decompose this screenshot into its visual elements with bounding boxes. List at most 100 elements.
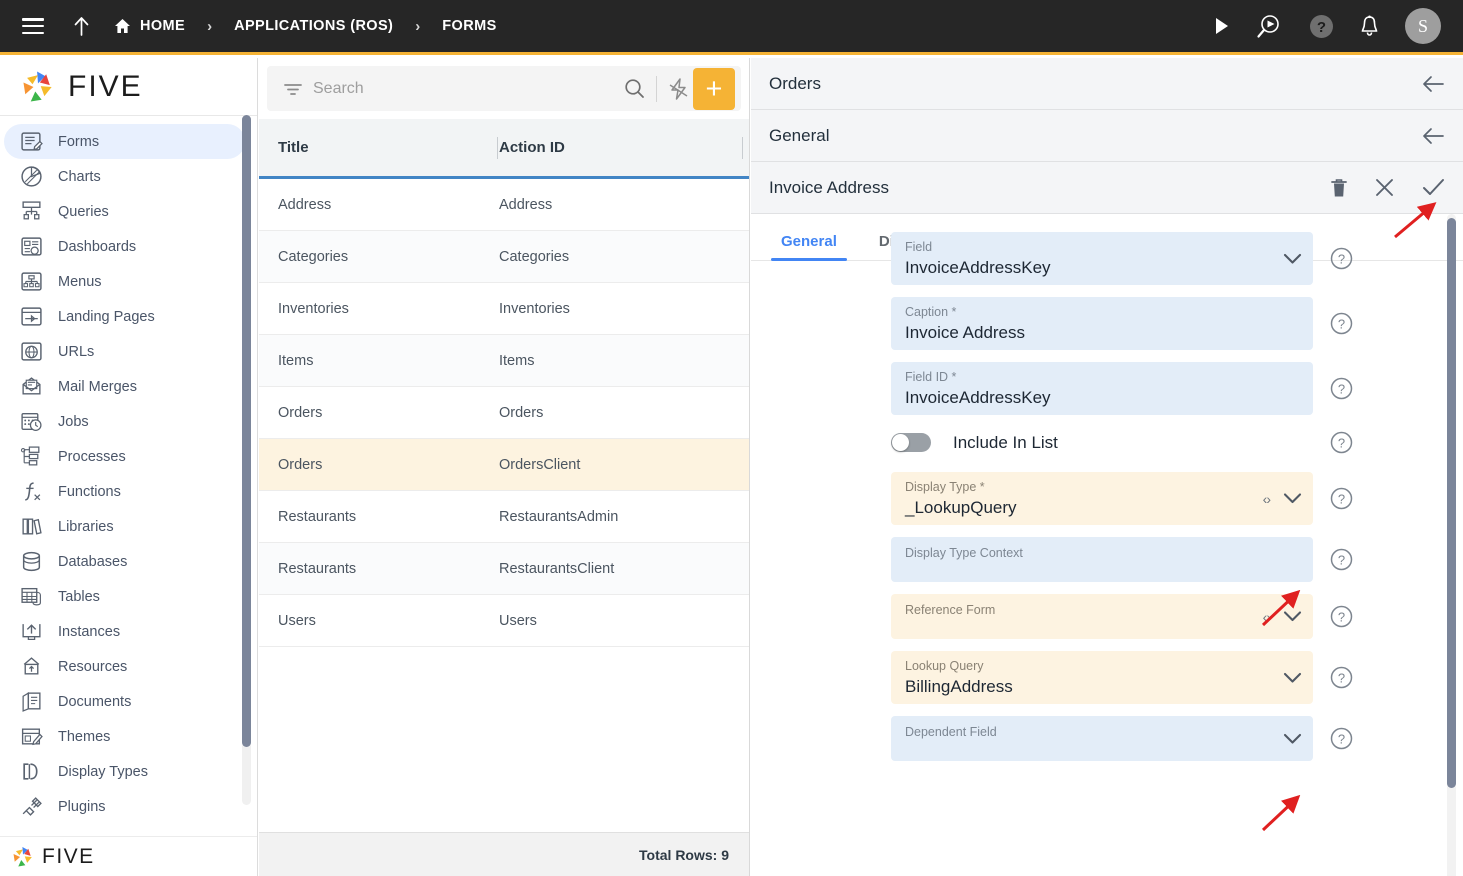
run-icon[interactable] <box>1214 17 1230 35</box>
field-caption[interactable]: Caption * Invoice Address <box>891 297 1313 350</box>
sidebar-item-urls[interactable]: URLs <box>4 334 245 369</box>
chevron-down-icon[interactable] <box>1283 492 1302 505</box>
form-row: Lookup Query BillingAddress? <box>751 651 1463 704</box>
app-logo[interactable]: FIVE <box>0 58 257 116</box>
code-brackets-icon[interactable]: ‹› <box>1263 609 1271 625</box>
table-row[interactable]: Orders Orders <box>259 387 749 439</box>
sidebar-item-mail-merges[interactable]: Mail Merges <box>4 369 245 404</box>
help-circle-icon[interactable]: ? <box>1330 431 1353 454</box>
field-field[interactable]: Field InvoiceAddressKey <box>891 232 1313 285</box>
sidebar-item-dashboards[interactable]: Dashboards <box>4 229 245 264</box>
sidebar-item-label: Themes <box>58 728 111 745</box>
sidebar-scrollbar-thumb[interactable] <box>242 115 251 747</box>
field-dependent-field[interactable]: Dependent Field <box>891 716 1313 761</box>
quick-action-icon[interactable] <box>668 77 689 101</box>
avatar[interactable]: S <box>1405 8 1441 44</box>
chevron-down-icon[interactable] <box>1283 252 1302 265</box>
chevron-down-icon[interactable] <box>1283 671 1302 684</box>
search-input[interactable] <box>303 79 624 98</box>
table-row[interactable]: Address Address <box>259 179 749 231</box>
sidebar-item-processes[interactable]: Processes <box>4 439 245 474</box>
sidebar-item-display-types[interactable]: Display Types <box>4 754 245 789</box>
arrow-left-icon[interactable] <box>1421 75 1445 93</box>
sidebar-item-menus[interactable]: Menus <box>4 264 245 299</box>
databases-icon <box>18 550 44 574</box>
sidebar-item-instances[interactable]: Instances <box>4 614 245 649</box>
notifications-bell-icon[interactable] <box>1360 15 1379 37</box>
sidebar-item-tables[interactable]: Tables <box>4 579 245 614</box>
field-lookup-query[interactable]: Lookup Query BillingAddress <box>891 651 1313 704</box>
help-circle-icon[interactable]: ? <box>1330 377 1353 400</box>
sidebar-item-charts[interactable]: Charts <box>4 159 245 194</box>
confirm-icon[interactable] <box>1422 178 1445 197</box>
breadcrumb-item-home[interactable]: HOME <box>114 18 185 34</box>
arrow-up-icon[interactable] <box>66 11 96 41</box>
table-row[interactable]: Categories Categories <box>259 231 749 283</box>
help-circle-icon[interactable]: ? <box>1330 666 1353 689</box>
sidebar-item-documents[interactable]: Documents <box>4 684 245 719</box>
field-reference-form[interactable]: Reference Form ‹› <box>891 594 1313 639</box>
menus-icon <box>18 270 44 294</box>
help-circle-icon[interactable]: ? <box>1330 548 1353 571</box>
sidebar-scrollbar[interactable] <box>242 115 251 805</box>
search-preview-icon[interactable] <box>1256 13 1283 40</box>
list-scrollbar[interactable] <box>738 176 746 876</box>
column-divider[interactable] <box>497 136 498 159</box>
column-divider[interactable] <box>742 136 743 159</box>
sidebar-item-libraries[interactable]: Libraries <box>4 509 245 544</box>
table-row[interactable]: Inventories Inventories <box>259 283 749 335</box>
sidebar-item-themes[interactable]: Themes <box>4 719 245 754</box>
help-icon[interactable]: ? <box>1309 14 1334 39</box>
field-icons: ‹› <box>1263 491 1302 507</box>
table-body: Address Address Categories Categories Invent… <box>259 179 749 647</box>
code-brackets-icon[interactable]: ‹› <box>1263 491 1271 507</box>
field-label: Dependent Field <box>905 725 997 739</box>
add-button[interactable]: + <box>693 67 735 110</box>
delete-icon[interactable] <box>1331 178 1347 198</box>
field-display-type[interactable]: Display Type * _LookupQuery ‹› <box>891 472 1313 525</box>
sidebar-item-forms[interactable]: Forms <box>4 124 245 159</box>
sidebar-item-resources[interactable]: Resources <box>4 649 245 684</box>
help-circle-icon[interactable]: ? <box>1330 727 1353 750</box>
hamburger-menu-icon[interactable] <box>22 18 44 34</box>
cell-action-id: Orders <box>499 404 544 421</box>
table-row[interactable]: Users Users <box>259 595 749 647</box>
breadcrumb-item-forms[interactable]: FORMS <box>442 18 496 34</box>
search-icon[interactable] <box>624 78 645 99</box>
column-header-action-id[interactable]: Action ID <box>499 139 749 156</box>
total-rows-label: Total Rows: 9 <box>639 846 729 863</box>
sidebar-item-databases[interactable]: Databases <box>4 544 245 579</box>
table-row[interactable]: Restaurants RestaurantsClient <box>259 543 749 595</box>
sidebar-item-landing-pages[interactable]: Landing Pages <box>4 299 245 334</box>
help-circle-icon[interactable]: ? <box>1330 605 1353 628</box>
close-icon[interactable] <box>1375 178 1394 197</box>
table-row[interactable]: Orders OrdersClient <box>259 439 749 491</box>
sidebar-item-plugins[interactable]: Plugins <box>4 789 245 816</box>
help-circle-icon[interactable]: ? <box>1330 247 1353 270</box>
field-label: Caption * <box>905 304 957 319</box>
chevron-down-icon[interactable] <box>1283 732 1302 745</box>
column-header-title[interactable]: Title <box>259 139 499 156</box>
sidebar-item-label: URLs <box>58 343 95 360</box>
panel-scrollbar-thumb[interactable] <box>1447 218 1456 788</box>
sidebar-footer-logo: FIVE <box>0 836 257 876</box>
field-display-type-context[interactable]: Display Type Context <box>891 537 1313 582</box>
instances-icon <box>18 620 44 644</box>
filter-icon[interactable] <box>283 81 303 97</box>
sidebar-item-jobs[interactable]: Jobs <box>4 404 245 439</box>
table-row[interactable]: Restaurants RestaurantsAdmin <box>259 491 749 543</box>
panel-scrollbar[interactable] <box>1447 214 1456 876</box>
sidebar-item-queries[interactable]: Queries <box>4 194 245 229</box>
search-box[interactable]: + <box>267 66 741 111</box>
breadcrumb-item-applications[interactable]: APPLICATIONS (ROS) <box>234 18 393 34</box>
include-in-list-toggle[interactable] <box>891 433 931 452</box>
svg-text:?: ? <box>1317 19 1326 36</box>
sidebar-item-functions[interactable]: Functions <box>4 474 245 509</box>
table-row[interactable]: Items Items <box>259 335 749 387</box>
help-circle-icon[interactable]: ? <box>1330 487 1353 510</box>
arrow-left-icon[interactable] <box>1421 127 1445 145</box>
chevron-down-icon[interactable] <box>1283 610 1302 623</box>
svg-text:?: ? <box>1338 382 1345 397</box>
field-field-id[interactable]: Field ID * InvoiceAddressKey <box>891 362 1313 415</box>
help-circle-icon[interactable]: ? <box>1330 312 1353 335</box>
